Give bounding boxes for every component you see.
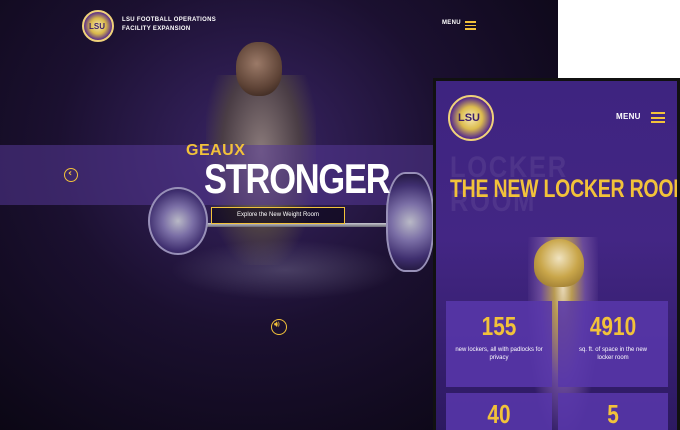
- mobile-screen: LSU MENU LOCKER ROOM THE NEW LOCKER ROOM…: [433, 78, 680, 430]
- logo-text-mobile: LSU: [458, 112, 480, 124]
- chalk-dust: [170, 240, 400, 300]
- stat-value: 4910: [589, 311, 637, 341]
- lsu-logo[interactable]: LSU: [82, 10, 114, 42]
- hamburger-icon[interactable]: [465, 21, 476, 30]
- helmet-image: [534, 239, 584, 287]
- stat-description: sq. ft. of space in the new locker room: [578, 347, 648, 361]
- athlete-head-image: [236, 42, 282, 96]
- menu-label-mobile[interactable]: MENU: [616, 112, 641, 121]
- stat-value: 155: [481, 311, 517, 341]
- stat-card: 5: [558, 393, 668, 430]
- mobile-content: LSU MENU LOCKER ROOM THE NEW LOCKER ROOM…: [436, 81, 677, 430]
- stat-card: 40: [446, 393, 552, 430]
- lsu-logo-mobile[interactable]: LSU: [448, 95, 494, 141]
- chevron-left-icon: ‹: [68, 168, 73, 179]
- stat-value: 5: [607, 399, 619, 429]
- section-headline: THE NEW LOCKER ROOM: [450, 175, 680, 203]
- stat-card: 155 new lockers, all with padlocks for p…: [446, 301, 552, 387]
- device-showcase: LSU LSU FOOTBALL OPERATIONS FACILITY EXP…: [0, 0, 680, 430]
- speaker-icon: 🔊︎: [274, 320, 280, 330]
- logo-text: LSU: [89, 22, 105, 31]
- site-title[interactable]: LSU FOOTBALL OPERATIONS FACILITY EXPANSI…: [122, 16, 216, 34]
- stat-description: new lockers, all with padlocks for priva…: [455, 347, 543, 361]
- audio-toggle-button[interactable]: 🔊︎: [271, 319, 287, 335]
- desktop-header: LSU LSU FOOTBALL OPERATIONS FACILITY EXP…: [0, 0, 558, 50]
- hero-headline: STRONGER: [204, 155, 391, 202]
- prev-slide-button[interactable]: ‹: [64, 168, 78, 182]
- site-title-line2: FACILITY EXPANSION: [122, 26, 191, 32]
- stat-value: 40: [487, 399, 511, 429]
- stat-card: 4910 sq. ft. of space in the new locker …: [558, 301, 668, 387]
- site-title-line1: LSU FOOTBALL OPERATIONS: [122, 17, 217, 23]
- explore-weight-room-button[interactable]: Explore the New Weight Room: [211, 207, 345, 224]
- hamburger-icon-mobile[interactable]: [651, 112, 665, 123]
- menu-label[interactable]: MENU: [442, 20, 461, 26]
